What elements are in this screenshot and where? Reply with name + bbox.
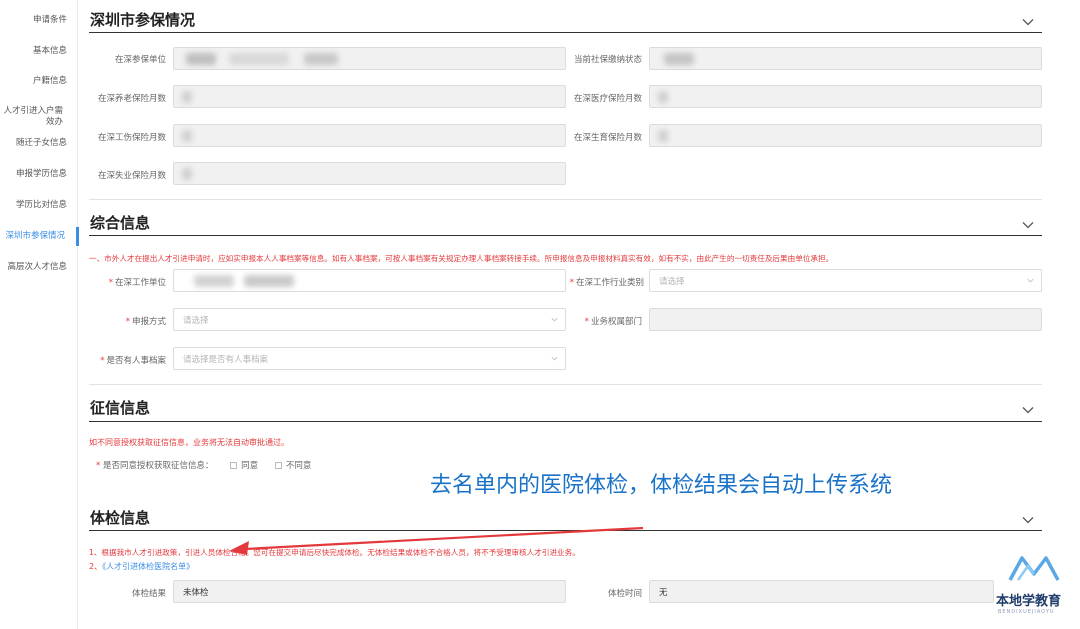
sidebar-item-household-info[interactable]: 户籍信息 [0,76,67,87]
industry-label: * 在深工作行业类别 [569,278,644,288]
credit-consent-group: * 是否同意授权获取征信信息： 同意 不同意 [96,461,312,471]
industry-select[interactable]: 请选择 [649,269,1042,292]
business-dept-field[interactable] [649,308,1042,331]
business-dept-label: * 业务权属部门 [584,317,642,327]
disagree-label[interactable]: 不同意 [286,461,312,471]
logo-mark-icon [1008,556,1060,581]
general-section-title: 综合信息 [90,214,151,232]
employer-field[interactable] [173,47,566,70]
archive-select[interactable]: 请选择是否有人事档案 [173,347,566,370]
exam-result-label: 体检结果 [131,589,166,599]
credit-notice: 如不同意授权获取征信信息，业务将无法自动审批通过。 [89,438,289,447]
injury-months-label: 在深工伤保险月数 [97,133,166,143]
insurance-section-title: 深圳市参保情况 [90,11,196,29]
section-divider [89,421,1042,422]
declare-mode-label: * 申报方式 [125,317,166,327]
exam-time-value: 无 [659,588,668,598]
sidebar-item-education-compare[interactable]: 学历比对信息 [0,200,67,211]
exam-result-value: 未体检 [183,588,209,598]
logo-subtitle: BENDIXUEJIAOYU [998,609,1055,615]
maternity-months-field[interactable] [649,124,1042,147]
sidebar-item-shenzhen-insurance[interactable]: 深圳市参保情况 [0,231,65,242]
industry-placeholder: 请选择 [659,277,685,287]
insurance-status-label: 当前社保缴纳状态 [573,55,642,65]
agree-radio[interactable] [230,462,238,469]
section-separator [89,199,1042,200]
medical-notice-2: 2、《人才引进体检医院名单》 [89,562,195,571]
work-unit-input[interactable] [173,269,566,292]
annotation-callout: 去名单内的医院体检，体检结果会自动上传系统 [430,473,893,498]
chevron-down-icon[interactable] [1022,511,1034,524]
general-notice: 一、市外人才在提出人才引进申请时，应如实申报本人人事档案等信息。如有人事档案，可… [89,254,834,263]
pension-months-label: 在深养老保险月数 [97,94,166,104]
chevron-down-icon [551,356,558,361]
exam-time-label: 体检时间 [607,589,642,599]
watermark-logo: 本地学教育 BENDIXUEJIAOYU [990,550,1080,629]
sidebar-item-high-level-talent[interactable]: 高层次人才信息 [0,262,67,273]
archive-placeholder: 请选择是否有人事档案 [183,355,269,365]
credit-consent-question: 是否同意授权获取征信信息： [102,461,214,471]
hospital-list-link[interactable]: 《人才引进体检医院名单》 [102,562,194,571]
section-divider [89,32,1042,33]
chevron-down-icon[interactable] [1022,13,1034,26]
section-divider [89,235,1042,236]
sidebar-item-basic-info[interactable]: 基本信息 [0,46,67,57]
maternity-months-label: 在深生育保险月数 [573,133,642,143]
disagree-radio[interactable] [274,462,282,469]
medical-section-title: 体检信息 [90,509,151,527]
chevron-down-icon[interactable] [1022,401,1034,414]
medical-months-label: 在深医疗保险月数 [573,94,642,104]
chevron-down-icon[interactable] [1022,216,1034,229]
declare-mode-select[interactable]: 请选择 [173,308,566,331]
sidebar-item-apply-conditions[interactable]: 申请条件 [0,15,67,26]
sidebar-item-children-info[interactable]: 随迁子女信息 [0,138,67,149]
declare-mode-placeholder: 请选择 [183,316,209,326]
pension-months-field[interactable] [173,85,566,108]
sidebar: 申请条件 基本信息 户籍信息 人才引进入户需效办 随迁子女信息 申报学历信息 学… [0,0,78,629]
archive-label: * 是否有人事档案 [100,356,166,366]
credit-section-title: 征信信息 [90,399,151,417]
chevron-down-icon [551,317,558,322]
exam-time-field[interactable]: 无 [649,580,994,603]
insurance-status-field[interactable] [649,47,1042,70]
unemployment-months-label: 在深失业保险月数 [97,171,166,181]
sidebar-item-education-info[interactable]: 申报学历信息 [0,169,67,180]
logo-name: 本地学教育 [996,594,1062,609]
section-separator [89,384,1042,385]
work-unit-label: * 在深工作单位 [108,278,166,288]
medical-months-field[interactable] [649,85,1042,108]
annotation-arrow [229,526,644,555]
injury-months-field[interactable] [173,124,566,147]
exam-result-field[interactable]: 未体检 [173,580,566,603]
unemployment-months-field[interactable] [173,162,566,185]
employer-label: 在深参保单位 [114,55,166,65]
chevron-down-icon [1027,278,1034,283]
agree-label[interactable]: 同意 [241,461,258,471]
sidebar-item-talent-settle[interactable]: 人才引进入户需效办 [0,106,63,128]
sidebar-active-indicator [76,227,79,246]
